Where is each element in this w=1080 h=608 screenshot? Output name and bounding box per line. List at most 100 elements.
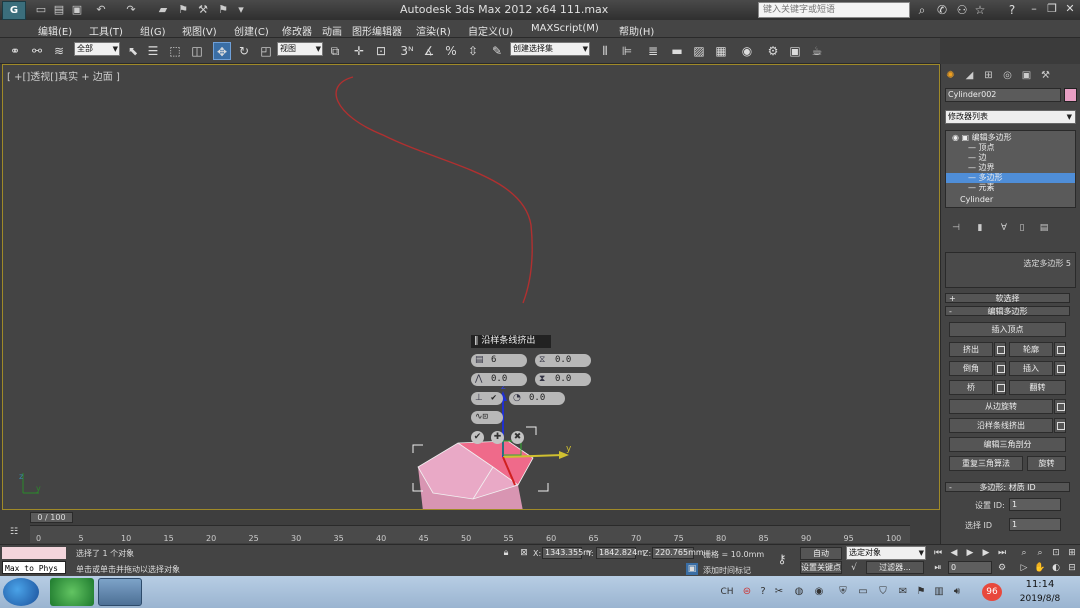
maximize-viewport-icon[interactable]: ⊟ xyxy=(1066,562,1078,574)
selection-filter-dropdown[interactable]: 全部 xyxy=(74,42,120,56)
hinge-settings-button[interactable] xyxy=(1054,399,1066,414)
menu-maxscript[interactable]: MAXScript(M) xyxy=(531,23,599,34)
rotation-spinner[interactable]: ◔ 0.0 xyxy=(509,392,565,405)
set-id-spinner[interactable]: 1 xyxy=(1009,498,1061,511)
subscription-icon[interactable]: ⚇ xyxy=(954,2,970,18)
key-icon[interactable]: ⚷ xyxy=(776,553,788,565)
clock-date[interactable]: 2019/8/8 xyxy=(1010,594,1070,604)
set-key-button[interactable]: 设置关键点 xyxy=(800,561,842,574)
make-unique-icon[interactable]: ∀ xyxy=(997,222,1011,234)
menu-graph-editors[interactable]: 图形编辑器 xyxy=(352,23,402,38)
pin-stack-icon[interactable]: ⊣ xyxy=(949,222,963,234)
time-slider[interactable]: 0 / 100 xyxy=(30,512,73,523)
next-frame-icon[interactable]: ▶ xyxy=(980,547,992,559)
field-of-view-icon[interactable]: ▷ xyxy=(1018,562,1030,574)
settings-tray-icon[interactable]: ✂ xyxy=(772,585,786,599)
select-and-scale-icon[interactable]: ◰ xyxy=(257,42,275,60)
zoom-all-icon[interactable]: ⌕ xyxy=(1034,547,1046,559)
shield-tray-icon[interactable]: ⛨ xyxy=(836,585,850,599)
project-folder-icon[interactable]: ▰ xyxy=(156,3,170,17)
security-tray-icon[interactable]: ⛉ xyxy=(876,585,890,599)
material-editor-icon[interactable]: ◉ xyxy=(738,42,756,60)
stack-item-edit-poly[interactable]: ◉ ▣ 编辑多边形 xyxy=(946,133,1075,143)
render-production-icon[interactable]: ☕ xyxy=(808,42,826,60)
material-id-rollout[interactable]: - 多边形: 材质 ID xyxy=(945,482,1070,492)
hierarchy-tab-icon[interactable]: ⊞ xyxy=(981,68,996,83)
angle-snap-icon[interactable]: ∡ xyxy=(420,42,438,60)
play-icon[interactable]: ▶ xyxy=(964,547,976,559)
segments-spinner[interactable]: ▤ 6 xyxy=(471,354,527,367)
monitor-tray-icon[interactable]: ▭ xyxy=(856,585,870,599)
rect-selection-icon[interactable]: ⬚ xyxy=(166,42,184,60)
stack-item-polygon[interactable]: — 多边形 xyxy=(946,173,1075,183)
y-coordinate-field[interactable]: 1842.824m xyxy=(596,547,645,559)
link-icon[interactable]: ⚑ xyxy=(176,3,190,17)
current-frame-field[interactable]: 0 xyxy=(948,561,992,574)
insert-vertex-button[interactable]: 插入顶点 xyxy=(949,322,1066,337)
object-name-field[interactable]: Cylinder002 xyxy=(945,88,1061,102)
close-icon[interactable]: ✕ xyxy=(1062,2,1078,16)
select-and-rotate-icon[interactable]: ↻ xyxy=(235,42,253,60)
extrude-along-spline-button[interactable]: 沿样条线挤出 xyxy=(949,418,1053,433)
motion-tab-icon[interactable]: ◎ xyxy=(1000,68,1015,83)
lock-selection-icon[interactable]: 🔒︎ xyxy=(500,547,512,559)
schematic-view-icon[interactable]: ▦ xyxy=(712,42,730,60)
undo-icon[interactable]: ↶ xyxy=(94,3,108,17)
start-button[interactable] xyxy=(3,578,39,606)
ime-icon[interactable]: ⊜ xyxy=(740,585,754,599)
pivot-center-icon[interactable]: ⧉ xyxy=(326,42,344,60)
z-coordinate-field[interactable]: 220.765mm xyxy=(652,547,704,559)
maxscript-listener-output[interactable]: Max to Phys xyxy=(2,561,66,574)
input-language[interactable]: CH xyxy=(720,585,734,599)
show-end-result-icon[interactable]: ▮ xyxy=(973,222,987,234)
key-mode-toggle-icon[interactable]: ⏯ xyxy=(932,562,944,574)
bevel-settings-button[interactable] xyxy=(994,361,1006,376)
x-coordinate-field[interactable]: 1343.355m xyxy=(542,547,591,559)
stack-item-edge[interactable]: — 边 xyxy=(946,153,1075,163)
cancel-x-icon[interactable]: ✖ xyxy=(511,431,524,444)
mail-tray-icon[interactable]: ✉ xyxy=(896,585,910,599)
3ds-max-taskbar-icon[interactable] xyxy=(98,578,142,606)
create-tab-icon[interactable]: ✺ xyxy=(943,68,958,83)
hinge-from-edge-button[interactable]: 从边旋转 xyxy=(949,399,1053,414)
menu-tools[interactable]: 工具(T) xyxy=(89,23,123,38)
curve-editor-icon[interactable]: ▨ xyxy=(690,42,708,60)
edit-polygons-rollout[interactable]: - 编辑多边形 xyxy=(945,306,1070,316)
bridge-settings-button[interactable] xyxy=(994,380,1006,395)
menu-group[interactable]: 组(G) xyxy=(140,23,166,38)
mini-curve-editor-icon[interactable]: ☷ xyxy=(8,526,20,538)
pan-view-icon[interactable]: ✋ xyxy=(1034,562,1046,574)
bridge-button[interactable]: 桥 xyxy=(949,380,993,395)
select-object-icon[interactable]: ⬉ xyxy=(124,42,142,60)
apply-plus-icon[interactable]: ✚ xyxy=(491,431,504,444)
modify-tab-icon[interactable]: ◢ xyxy=(962,68,977,83)
bind-space-warp-icon[interactable]: ≋ xyxy=(50,42,68,60)
zoom-extents-all-icon[interactable]: ⊞ xyxy=(1066,547,1078,559)
save-file-icon[interactable]: ▣ xyxy=(70,3,84,17)
window-crossing-icon[interactable]: ◫ xyxy=(188,42,206,60)
taper-curve-spinner[interactable]: ⋀ 0.0 xyxy=(471,373,527,386)
edit-named-selection-icon[interactable]: ✎ xyxy=(488,42,506,60)
clock-time[interactable]: 11:14 xyxy=(1010,579,1070,590)
select-and-link-icon[interactable]: ⚭ xyxy=(6,42,24,60)
unlink-selection-icon[interactable]: ⚯ xyxy=(28,42,46,60)
maxscript-listener-input[interactable] xyxy=(2,547,66,559)
key-mode-icon[interactable]: √ xyxy=(848,562,860,574)
stack-item-vertex[interactable]: — 顶点 xyxy=(946,143,1075,153)
taper-amount-spinner[interactable]: ⧖ 0.0 xyxy=(535,354,591,367)
menu-animation[interactable]: 动画 xyxy=(322,23,342,38)
rendered-frame-icon[interactable]: ▣ xyxy=(786,42,804,60)
percent-snap-icon[interactable]: % xyxy=(442,42,460,60)
pick-spline-button[interactable]: ∿⊡ xyxy=(471,411,503,424)
search-input[interactable] xyxy=(758,2,910,18)
communication-icon[interactable]: ✆ xyxy=(934,2,950,18)
app-tray-icon[interactable]: ◍ xyxy=(792,585,806,599)
modifier-list-dropdown[interactable]: 修改器列表 xyxy=(945,110,1076,124)
orbit-icon[interactable]: ◐ xyxy=(1050,562,1062,574)
extrude-button[interactable]: 挤出 xyxy=(949,342,993,357)
help-tray-icon[interactable]: ? xyxy=(756,585,770,599)
select-manipulate-icon[interactable]: ✛ xyxy=(350,42,368,60)
network-tray-icon[interactable]: ▥ xyxy=(932,585,946,599)
menu-rendering[interactable]: 渲染(R) xyxy=(416,23,451,38)
previous-frame-icon[interactable]: ◀ xyxy=(948,547,960,559)
